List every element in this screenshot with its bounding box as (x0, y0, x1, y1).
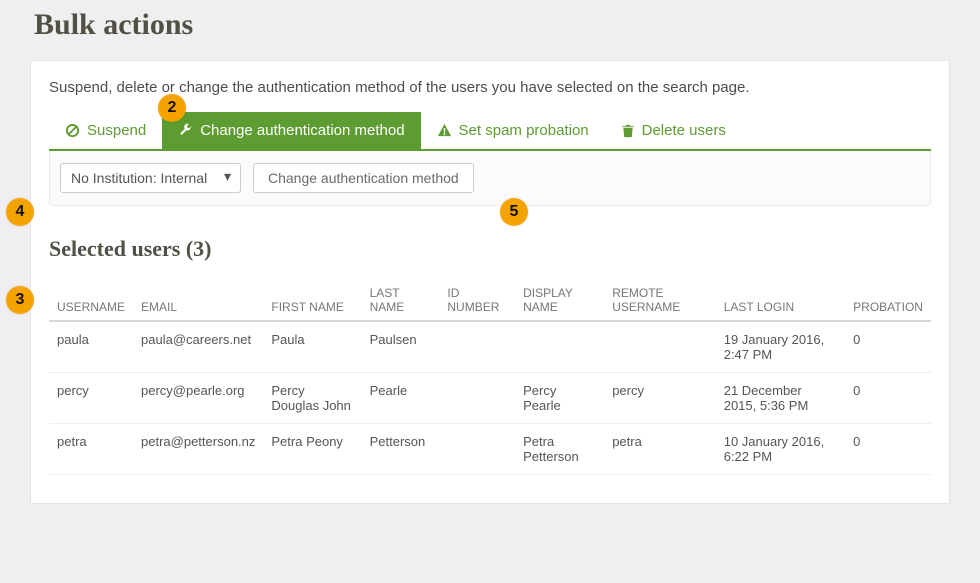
cell-firstname: Petra Peony (263, 424, 361, 475)
col-idnumber: ID NUMBER (439, 276, 515, 321)
cell-lastlogin: 19 January 2016, 2:47 PM (716, 321, 845, 373)
col-firstname: FIRST NAME (263, 276, 361, 321)
table-row: paula paula@careers.net Paula Paulsen 19… (49, 321, 931, 373)
cell-email: paula@careers.net (133, 321, 263, 373)
cell-probation: 0 (845, 321, 931, 373)
table-row: percy percy@pearle.org Percy Douglas Joh… (49, 373, 931, 424)
col-display: DISPLAY NAME (515, 276, 604, 321)
cell-lastlogin: 21 December 2015, 5:36 PM (716, 373, 845, 424)
trash-icon (621, 123, 635, 138)
selected-users-heading: Selected users (3) (49, 236, 931, 262)
cell-remote (604, 321, 716, 373)
cell-email: percy@pearle.org (133, 373, 263, 424)
table-row: petra petra@petterson.nz Petra Peony Pet… (49, 424, 931, 475)
tab-label: Set spam probation (459, 122, 589, 139)
cell-remote: petra (604, 424, 716, 475)
cell-lastname: Paulsen (362, 321, 440, 373)
col-username: USERNAME (49, 276, 133, 321)
cell-lastlogin: 10 January 2016, 6:22 PM (716, 424, 845, 475)
col-lastname: LAST NAME (362, 276, 440, 321)
col-probation: PROBATION (845, 276, 931, 321)
cell-username: percy (49, 373, 133, 424)
cell-firstname: Percy Douglas John (263, 373, 361, 424)
tab-suspend[interactable]: Suspend (49, 112, 162, 149)
cell-probation: 0 (845, 373, 931, 424)
tab-spam-probation[interactable]: Set spam probation (421, 112, 605, 149)
selected-users-table: USERNAME EMAIL FIRST NAME LAST NAME ID N… (49, 276, 931, 475)
warning-icon (437, 123, 452, 138)
tab-label: Delete users (642, 122, 726, 139)
callout-badge-2: 2 (158, 94, 186, 122)
cell-idnumber (439, 321, 515, 373)
callout-badge-5: 5 (500, 198, 528, 226)
col-email: EMAIL (133, 276, 263, 321)
cell-firstname: Paula (263, 321, 361, 373)
callout-badge-4: 4 (6, 198, 34, 226)
col-remote: REMOTE USERNAME (604, 276, 716, 321)
tab-change-auth[interactable]: Change authentication method (162, 112, 420, 149)
table-body: paula paula@careers.net Paula Paulsen 19… (49, 321, 931, 475)
page-title: Bulk actions (34, 8, 950, 42)
cell-display: Petra Petterson (515, 424, 604, 475)
cell-idnumber (439, 424, 515, 475)
ban-icon (65, 123, 80, 138)
intro-text: Suspend, delete or change the authentica… (49, 79, 931, 96)
table-header-row: USERNAME EMAIL FIRST NAME LAST NAME ID N… (49, 276, 931, 321)
bulk-actions-panel: Suspend, delete or change the authentica… (30, 60, 950, 504)
cell-display (515, 321, 604, 373)
tab-label: Change authentication method (200, 122, 404, 139)
cell-idnumber (439, 373, 515, 424)
cell-username: paula (49, 321, 133, 373)
cell-email: petra@petterson.nz (133, 424, 263, 475)
cell-lastname: Pearle (362, 373, 440, 424)
change-auth-button[interactable]: Change authentication method (253, 163, 474, 193)
tab-label: Suspend (87, 122, 146, 139)
cell-lastname: Petterson (362, 424, 440, 475)
cell-probation: 0 (845, 424, 931, 475)
wrench-icon (178, 123, 193, 138)
tab-delete-users[interactable]: Delete users (605, 112, 742, 149)
cell-remote: percy (604, 373, 716, 424)
cell-display: Percy Pearle (515, 373, 604, 424)
institution-select[interactable]: No Institution: Internal (60, 163, 241, 193)
change-auth-form: No Institution: Internal Change authenti… (49, 151, 931, 206)
cell-username: petra (49, 424, 133, 475)
col-lastlogin: LAST LOGIN (716, 276, 845, 321)
callout-badge-3: 3 (6, 286, 34, 314)
